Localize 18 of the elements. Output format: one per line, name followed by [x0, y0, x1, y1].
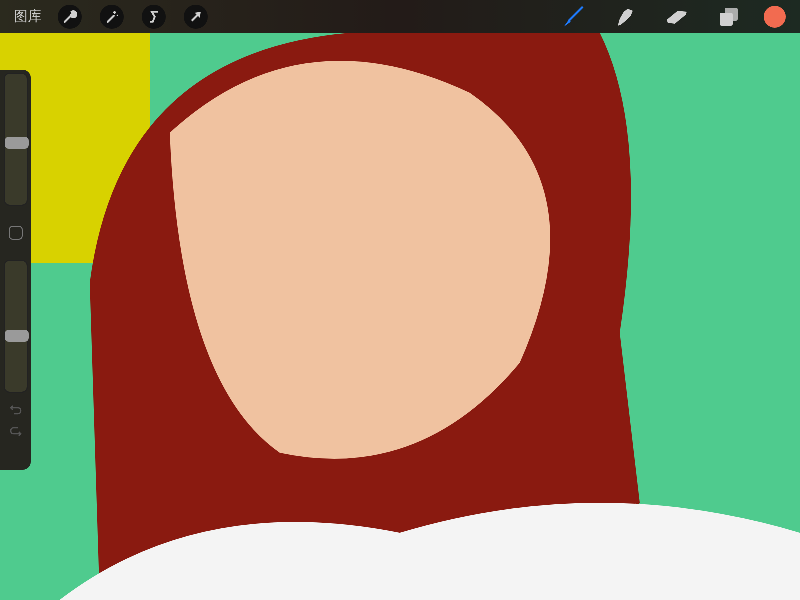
gallery-link[interactable]: 图库 — [14, 6, 42, 27]
slider-thumb[interactable] — [4, 330, 28, 342]
wrench-icon — [63, 10, 77, 24]
opacity-slider[interactable] — [4, 260, 28, 393]
color-swatch[interactable] — [764, 6, 786, 28]
magic-wand-icon — [105, 10, 119, 24]
brush-icon — [562, 6, 584, 28]
slider-thumb[interactable] — [4, 137, 28, 150]
modify-button[interactable] — [8, 226, 22, 240]
tool-button[interactable] — [58, 4, 82, 28]
brush-size-slider[interactable] — [4, 73, 28, 206]
layers-icon — [719, 6, 739, 26]
tool-button[interactable] — [184, 4, 208, 28]
s-curve-icon — [148, 10, 160, 24]
arrow-icon — [190, 10, 202, 23]
eraser-icon — [666, 8, 688, 24]
tool-button[interactable] — [100, 4, 124, 28]
tool-button[interactable] — [142, 4, 166, 28]
